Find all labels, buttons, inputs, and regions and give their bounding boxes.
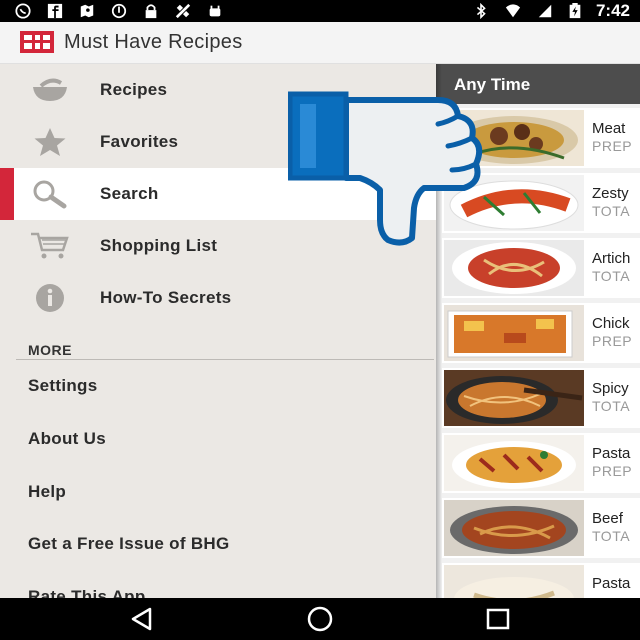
drawer-item-about-us[interactable]: About Us [28,429,106,449]
recipe-name: Pasta [592,575,631,592]
recipe-meta: PREP [592,138,633,154]
bluetooth-icon [476,3,486,19]
recipe-name: Zesty [592,185,629,202]
bhg-logo-icon[interactable] [20,31,54,53]
drawer-item-label: Search [100,184,159,203]
satellite-icon [175,3,191,19]
star-icon [30,127,70,157]
lock-icon [145,4,157,19]
status-bar: 7:42 [0,0,640,22]
recipe-thumbnail [444,565,584,598]
bowl-icon [30,75,70,105]
recipe-thumbnail [444,500,584,556]
maps-icon [80,4,94,18]
recipe-name: Spicy [592,380,629,397]
home-icon[interactable] [306,606,334,632]
system-nav-bar [0,598,640,640]
drawer-item-free-issue[interactable]: Get a Free Issue of BHG [28,534,230,554]
android-icon [209,5,221,17]
recipe-row[interactable]: Pasta PREP [442,433,640,493]
whatsapp-icon [15,3,31,19]
drawer-item-how-to-secrets[interactable]: How-To Secrets [0,272,436,324]
back-icon[interactable] [128,606,156,632]
recipe-row[interactable]: Spicy TOTA [442,368,640,428]
wifi-icon [505,4,521,18]
clock: 7:42 [595,1,630,20]
recipe-name: Artich [592,250,631,267]
drawer-item-label: Favorites [100,132,179,151]
recipe-name: Pasta [592,445,631,462]
recipe-row[interactable]: Beef TOTA [442,498,640,558]
recipe-meta: TOTA [592,268,631,284]
recipe-meta: TOTA [592,203,631,219]
drawer-item-help[interactable]: Help [28,482,66,502]
cart-icon [30,231,70,261]
divider [16,359,434,360]
recipe-meta: PREP [592,333,633,349]
recipe-thumbnail [444,370,584,426]
app-bar: Must Have Recipes [0,22,640,64]
recipe-row[interactable]: Pasta [442,563,640,598]
drawer-item-settings[interactable]: Settings [28,376,97,396]
recents-icon[interactable] [484,606,512,632]
signal-icon [538,4,552,18]
info-icon [30,283,70,313]
thumbs-down-icon [288,91,483,246]
system-icons: 7:42 [472,0,630,22]
recipe-thumbnail [444,435,584,491]
recipe-name: Chick [592,315,630,332]
search-icon [30,179,70,209]
battery-charging-icon [569,3,581,19]
recipe-meta: TOTA [592,398,631,414]
recipe-name: Beef [592,510,623,527]
drawer-item-rate-app[interactable]: Rate This App [28,587,146,598]
recipe-meta: PREP [592,463,633,479]
recipe-name: Meat [592,120,626,137]
drawer-item-label: Recipes [100,80,168,99]
facebook-icon [47,3,63,19]
recipe-row[interactable]: Chick PREP [442,303,640,363]
drawer-item-label: Shopping List [100,236,218,255]
more-section-header: MORE [28,342,72,358]
recipe-meta: TOTA [592,528,631,544]
notification-icons [14,2,224,20]
recipe-thumbnail [444,305,584,361]
drawer-item-label: How-To Secrets [100,288,232,307]
app-title: Must Have Recipes [64,31,243,53]
sync-icon [111,3,127,19]
